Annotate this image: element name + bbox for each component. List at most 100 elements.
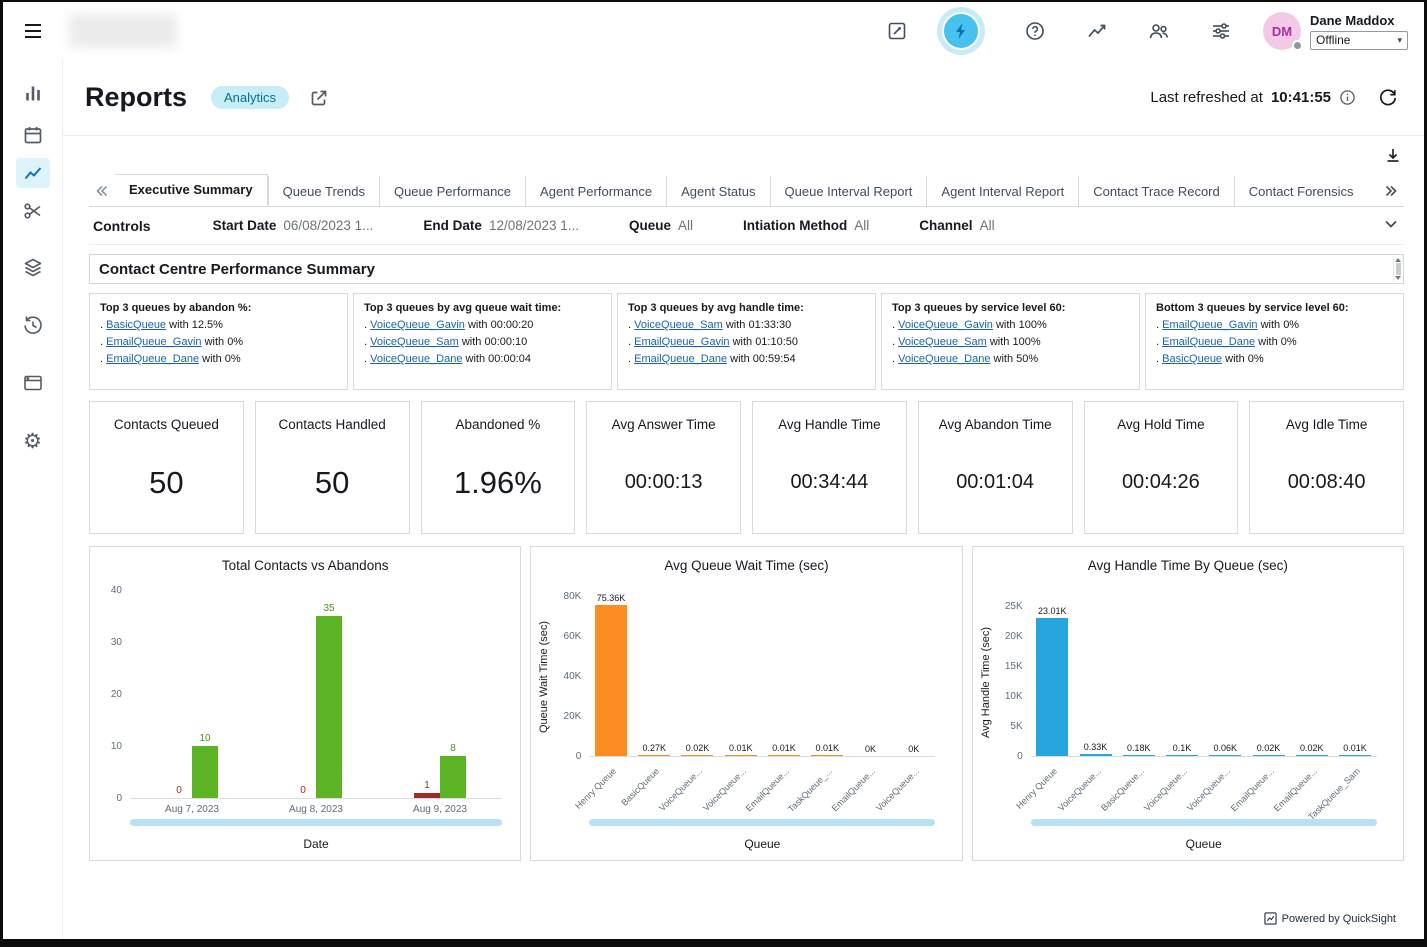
notes-button[interactable] — [885, 19, 909, 43]
sidebar-item-schedule[interactable] — [16, 120, 50, 150]
refresh-button[interactable] — [1378, 88, 1398, 108]
download-button[interactable] — [1384, 146, 1402, 167]
queue-link[interactable]: VoiceQueue_Gavin — [370, 319, 465, 331]
tab-queue-performance[interactable]: Queue Performance — [379, 176, 525, 206]
bar[interactable] — [768, 755, 800, 756]
sidebar-item-workspace[interactable] — [16, 368, 50, 398]
queue-link[interactable]: EmailQueue_Gavin — [1162, 319, 1257, 331]
kpi-value: 00:08:40 — [1288, 471, 1366, 494]
bar[interactable] — [1339, 755, 1371, 756]
queue-link[interactable]: EmailQueue_Dane — [106, 353, 199, 365]
tab-queue-interval-report[interactable]: Queue Interval Report — [770, 176, 927, 206]
info-icon — [1339, 89, 1356, 106]
tab-queue-trends[interactable]: Queue Trends — [268, 176, 379, 206]
queue-link[interactable]: VoiceQueue_Dane — [898, 353, 990, 365]
help-button[interactable] — [1023, 19, 1047, 43]
refresh-info-button[interactable] — [1339, 89, 1356, 106]
hamburger-menu-button[interactable] — [3, 2, 63, 60]
external-link-icon — [309, 88, 329, 108]
queue-link[interactable]: VoiceQueue_Sam — [370, 336, 459, 348]
user-meta: Dane Maddox Offline ▾ — [1310, 13, 1408, 50]
status-value: Offline — [1316, 33, 1350, 47]
summary-scrollbar[interactable] — [1393, 256, 1402, 282]
filter-intiation-method[interactable]: Intiation MethodAll — [743, 218, 869, 233]
tab-agent-interval-report[interactable]: Agent Interval Report — [926, 176, 1078, 206]
queue-link[interactable]: EmailQueue_Dane — [1162, 336, 1255, 348]
queue-link[interactable]: VoiceQueue_Sam — [898, 336, 987, 348]
queue-link[interactable]: VoiceQueue_Sam — [634, 319, 723, 331]
queue-link[interactable]: EmailQueue_Dane — [634, 353, 727, 365]
chart-scrollbar[interactable] — [1031, 819, 1377, 826]
tab-agent-status[interactable]: Agent Status — [666, 176, 769, 206]
line-chart-icon — [22, 162, 44, 184]
bar[interactable] — [1166, 755, 1198, 756]
bolt-icon — [942, 12, 980, 50]
bar[interactable] — [811, 755, 843, 756]
tab-contact-trace-record[interactable]: Contact Trace Record — [1078, 176, 1233, 206]
status-select[interactable]: Offline ▾ — [1310, 31, 1408, 50]
sidebar-item-settings[interactable]: ⚙ — [16, 426, 50, 456]
tabs-scroll-right-button[interactable] — [1378, 176, 1404, 206]
bar[interactable] — [414, 793, 440, 798]
queue-link[interactable]: VoiceQueue_Gavin — [898, 319, 993, 331]
bar[interactable] — [1296, 755, 1328, 756]
sidebar-item-reports[interactable] — [16, 158, 50, 188]
y-tick-label: 20K — [973, 631, 1023, 642]
queue-link[interactable]: VoiceQueue_Dane — [370, 353, 462, 365]
chart-scrollbar[interactable] — [130, 819, 502, 826]
open-in-new-button[interactable] — [309, 88, 329, 108]
tabs-scroll-left-button[interactable] — [89, 176, 115, 206]
bar[interactable] — [1036, 618, 1068, 756]
chart-avg-handle-time-by-queue-sec: Avg Handle Time By Queue (sec)Avg Handle… — [972, 546, 1404, 861]
bar[interactable] — [316, 616, 342, 798]
filter-queue[interactable]: QueueAll — [629, 218, 693, 233]
filter-label: Queue — [629, 218, 671, 233]
tab-agent-performance[interactable]: Agent Performance — [525, 176, 666, 206]
sidebar-item-queues[interactable] — [16, 252, 50, 282]
sidebar-item-metrics[interactable] — [16, 78, 50, 108]
preferences-button[interactable] — [1209, 19, 1233, 43]
hamburger-menu-icon — [21, 19, 45, 43]
avatar[interactable]: DM — [1263, 12, 1301, 50]
queue-link[interactable]: EmailQueue_Gavin — [106, 336, 201, 348]
controls-collapse-button[interactable] — [1382, 215, 1400, 236]
summary-item-rest: with 0% — [1255, 336, 1297, 348]
layers-icon — [22, 256, 44, 278]
tab-contact-forensics[interactable]: Contact Forensics — [1234, 176, 1368, 206]
bar[interactable] — [638, 755, 670, 756]
bar[interactable] — [440, 756, 466, 798]
summary-item: . VoiceQueue_Dane with 00:00:04 — [364, 353, 601, 365]
bar[interactable] — [1253, 755, 1285, 756]
chart-scrollbar[interactable] — [589, 819, 935, 826]
queue-link[interactable]: EmailQueue_Gavin — [634, 336, 729, 348]
sidebar: ⚙ — [3, 60, 63, 939]
summary-item: . VoiceQueue_Gavin with 100% — [892, 319, 1129, 331]
agents-button[interactable] — [1147, 19, 1171, 43]
filter-channel[interactable]: ChannelAll — [919, 218, 994, 233]
queue-link[interactable]: BasicQueue — [106, 319, 166, 331]
tab-executive-summary[interactable]: Executive Summary — [115, 174, 268, 206]
sidebar-item-routing[interactable] — [16, 196, 50, 226]
metrics-button[interactable] — [1085, 19, 1109, 43]
filter-value: All — [854, 218, 869, 233]
bar[interactable] — [725, 755, 757, 756]
bar[interactable] — [595, 605, 627, 756]
filter-start-date[interactable]: Start Date06/08/2023 1... — [213, 218, 374, 233]
sidebar-item-history[interactable] — [16, 310, 50, 340]
user-name: Dane Maddox — [1310, 13, 1408, 28]
bar[interactable] — [1209, 755, 1241, 756]
bar[interactable] — [681, 755, 713, 756]
summary-card-title: Top 3 queues by abandon %: — [100, 302, 337, 314]
filter-end-date[interactable]: End Date12/08/2023 1... — [423, 218, 579, 233]
bar[interactable] — [1123, 755, 1155, 756]
filter-label: Start Date — [213, 218, 277, 233]
y-tick-label: 0 — [90, 793, 122, 804]
chart-title: Avg Handle Time By Queue (sec) — [973, 558, 1403, 573]
bar[interactable] — [1080, 754, 1112, 756]
chart-title: Avg Queue Wait Time (sec) — [531, 558, 961, 573]
summary-card-top-3-queues-by-abandon: Top 3 queues by abandon %:. BasicQueue w… — [89, 293, 348, 390]
realtime-bolt-button[interactable] — [937, 7, 985, 55]
notes-icon — [886, 20, 908, 42]
bar[interactable] — [192, 746, 218, 798]
queue-link[interactable]: BasicQueue — [1162, 353, 1222, 365]
